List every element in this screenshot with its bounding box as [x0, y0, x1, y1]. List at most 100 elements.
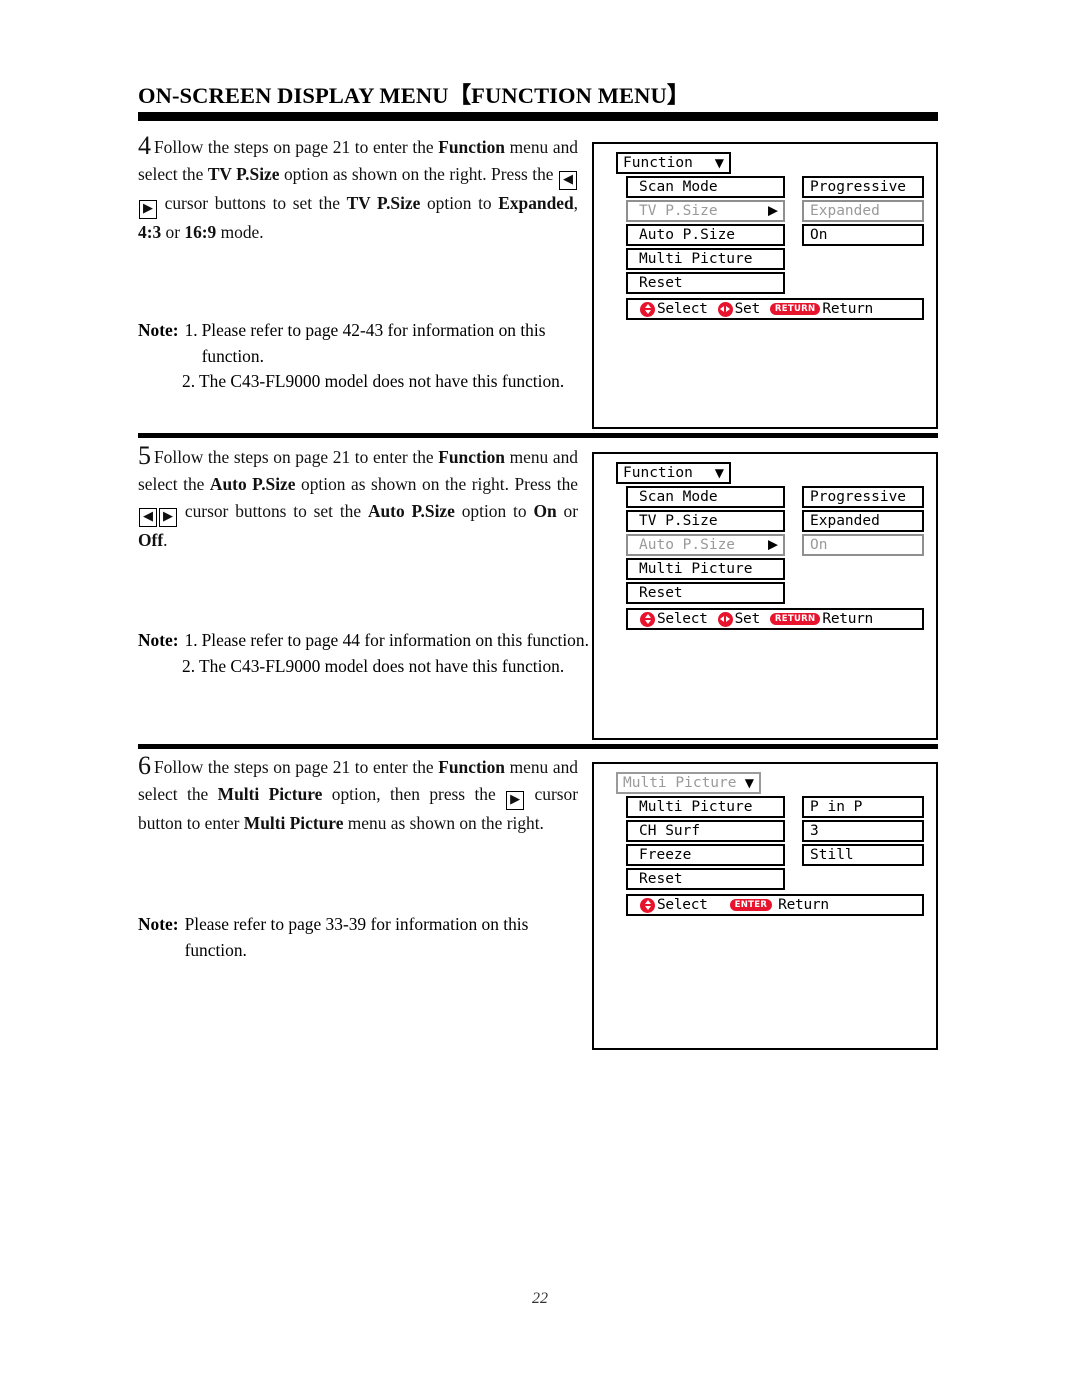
note-line: 2. The C43-FL9000 model does not have th…	[138, 369, 590, 395]
step-5-text-column: 5 Follow the steps on page 21 to enter th…	[138, 442, 578, 554]
step-4-b6: 16:9	[184, 222, 217, 242]
osd-row-list: Scan Mode Progressive TV P.Size Expanded…	[626, 486, 926, 604]
osd-row-label-text: TV P.Size	[639, 203, 718, 219]
osd-row-value[interactable]: Expanded	[802, 200, 924, 222]
osd-row-label[interactable]: Multi Picture	[626, 796, 785, 818]
arrow-right-icon: ▶	[768, 203, 778, 219]
osd-row-label[interactable]: TV P.Size ▶	[626, 200, 785, 222]
section-divider-rule	[138, 433, 938, 438]
step-6-p5: menu as shown on the right.	[343, 813, 544, 833]
step-6-text-column: 6 Follow the steps on page 21 to enter th…	[138, 752, 578, 837]
osd-menu-title-label: Multi Picture	[623, 775, 737, 791]
osd-row-selected[interactable]: Auto P.Size ▶ On	[626, 534, 926, 556]
osd-row-value[interactable]: On	[802, 224, 924, 246]
return-key-icon: RETURN	[769, 613, 821, 625]
osd-row[interactable]: Reset	[626, 582, 926, 604]
return-key-icon: RETURN	[769, 303, 821, 315]
note-item-text: The C43-FL9000 model does not have this …	[199, 371, 565, 391]
set-leftright-icon	[717, 611, 733, 627]
select-updown-icon	[640, 611, 655, 627]
step-4-b1: Function	[438, 137, 505, 157]
osd-row-label-text: Auto P.Size	[639, 537, 736, 553]
select-updown-icon	[640, 897, 655, 913]
osd-row-label[interactable]: TV P.Size	[626, 510, 785, 532]
step-6-number: 6	[138, 751, 151, 780]
step-5-p6: or	[556, 501, 579, 521]
osd-row-label[interactable]: Multi Picture	[626, 558, 785, 580]
section-divider-rule	[138, 744, 938, 749]
osd-row-selected[interactable]: TV P.Size ▶ Expanded	[626, 200, 926, 222]
note-item-text: Please refer to page 42-43 for informati…	[201, 320, 546, 366]
cursor-left-key-icon: ◀	[559, 171, 577, 190]
osd-row[interactable]: Multi Picture P in P	[626, 796, 926, 818]
osd-panel-multi-picture: Multi Picture ▼ Multi Picture P in P CH …	[592, 762, 938, 1050]
osd-row-label[interactable]: Reset	[626, 582, 785, 604]
enter-key-icon: ENTER	[729, 899, 773, 911]
osd-row-value[interactable]: On	[802, 534, 924, 556]
osd-hint-bar: Select Set RETURN Return	[626, 298, 924, 320]
chevron-down-icon: ▼	[714, 466, 724, 480]
osd-row[interactable]: CH Surf 3	[626, 820, 926, 842]
step-6-p3: option, then press the	[322, 784, 506, 804]
title-block: ON-SCREEN DISPLAY MENU【FUNCTION MENU】	[138, 84, 938, 121]
osd-row-value[interactable]: Progressive	[802, 176, 924, 198]
hint-select-label: Select	[657, 611, 708, 627]
osd-row-label[interactable]: CH Surf	[626, 820, 785, 842]
hint-select: Select	[640, 611, 708, 627]
osd-menu-title[interactable]: Multi Picture ▼	[616, 772, 761, 794]
step-4-text-column: 4 Follow the steps on page 21 to enter th…	[138, 132, 578, 246]
osd-row-value[interactable]: Still	[802, 844, 924, 866]
note-item-text: The C43-FL9000 model does not have this …	[199, 655, 565, 676]
osd-row[interactable]: TV P.Size Expanded	[626, 510, 926, 532]
step-6-paragraph: 6 Follow the steps on page 21 to enter th…	[138, 752, 578, 837]
osd-row-value[interactable]: Progressive	[802, 486, 924, 508]
osd-row[interactable]: Scan Mode Progressive	[626, 176, 926, 198]
osd-menu-title[interactable]: Function ▼	[616, 462, 731, 484]
step-4-number: 4	[138, 131, 151, 160]
step-5-note-block: Note: 1. Please refer to page 44 for inf…	[138, 628, 608, 679]
osd-row[interactable]: Scan Mode Progressive	[626, 486, 926, 508]
step-4-paragraph: 4 Follow the steps on page 21 to enter th…	[138, 132, 578, 246]
osd-row[interactable]: Freeze Still	[626, 844, 926, 866]
osd-row[interactable]: Multi Picture	[626, 558, 926, 580]
set-leftright-icon	[717, 301, 733, 317]
hint-return-label: Return	[822, 301, 873, 317]
hint-return: ENTER Return	[729, 897, 829, 913]
osd-row-label[interactable]: Scan Mode	[626, 176, 785, 198]
osd-row-label[interactable]: Multi Picture	[626, 248, 785, 270]
note-line: Note: 1. Please refer to page 42-43 for …	[138, 318, 590, 369]
step-6-b1: Function	[438, 757, 505, 777]
osd-panel-function-tv-psize: Function ▼ Scan Mode Progressive TV P.Si…	[592, 142, 938, 429]
note-item-number: 2.	[182, 655, 196, 676]
osd-row-label[interactable]: Auto P.Size ▶	[626, 534, 785, 556]
step-5-number: 5	[138, 441, 151, 470]
osd-row-value[interactable]: P in P	[802, 796, 924, 818]
note-item-text: Please refer to page 33-39 for informati…	[184, 914, 529, 960]
hint-set: Set	[717, 301, 760, 317]
osd-row-label[interactable]: Freeze	[626, 844, 785, 866]
step-5-b4: On	[533, 501, 557, 521]
osd-menu-title[interactable]: Function ▼	[616, 152, 731, 174]
osd-row-label[interactable]: Reset	[626, 272, 785, 294]
step-6-b2: Multi Picture	[217, 784, 323, 804]
osd-row-label[interactable]: Scan Mode	[626, 486, 785, 508]
osd-row[interactable]: Multi Picture	[626, 248, 926, 270]
hint-select-label: Select	[657, 897, 708, 913]
chevron-down-icon: ▼	[714, 156, 724, 170]
osd-row-label[interactable]: Auto P.Size	[626, 224, 785, 246]
osd-row[interactable]: Auto P.Size On	[626, 224, 926, 246]
note-label: Note:	[138, 914, 179, 934]
step-5-p5: option to	[454, 501, 534, 521]
note-item-number: 1.	[184, 630, 198, 650]
osd-hint-bar: Select Set RETURN Return	[626, 608, 924, 630]
osd-row[interactable]: Reset	[626, 272, 926, 294]
note-line: Note: Please refer to page 33-39 for inf…	[138, 912, 568, 963]
osd-row-value[interactable]: 3	[802, 820, 924, 842]
step-5-b1: Function	[438, 447, 505, 467]
osd-row-value[interactable]: Expanded	[802, 510, 924, 532]
osd-row[interactable]: Reset	[626, 868, 926, 890]
document-page: ON-SCREEN DISPLAY MENU【FUNCTION MENU】 4F…	[0, 0, 1080, 1397]
osd-row-label[interactable]: Reset	[626, 868, 785, 890]
cursor-right-key-icon: ▶	[159, 508, 177, 527]
osd-inner: Function ▼ Scan Mode Progressive TV P.Si…	[594, 454, 936, 630]
